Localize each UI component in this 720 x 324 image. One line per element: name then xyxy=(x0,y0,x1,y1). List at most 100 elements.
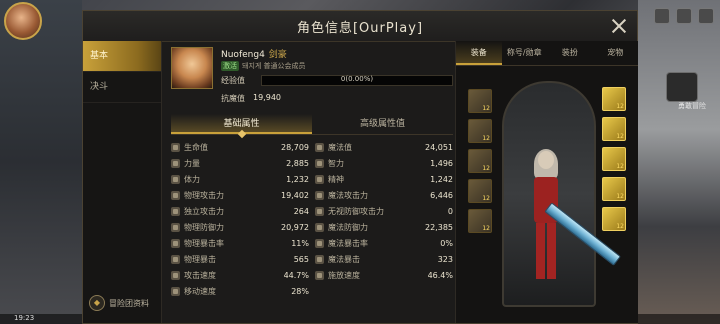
tab-equipment[interactable]: 装备 xyxy=(456,41,502,65)
stat-value: 1,242 xyxy=(430,174,453,184)
stat-name: 智力 xyxy=(328,158,344,168)
tab-advanced-attributes[interactable]: 高级属性值 xyxy=(312,114,453,134)
slot-level: 12 xyxy=(616,193,624,200)
stat-value: 6,446 xyxy=(430,190,453,200)
stat-icon xyxy=(315,238,324,248)
stat-row: 无视防御攻击力 0 xyxy=(315,203,453,219)
stat-name: 无视防御攻击力 xyxy=(328,206,384,216)
stat-value: 2,885 xyxy=(286,158,309,168)
stat-value: 44.7% xyxy=(283,270,309,280)
nav-item-duel[interactable]: 决斗 xyxy=(83,72,161,103)
stat-name: 独立攻击力 xyxy=(184,206,224,216)
stat-name: 攻击速度 xyxy=(184,270,216,280)
player-avatar[interactable] xyxy=(4,2,42,40)
equipment-slot-left[interactable]: 12 xyxy=(468,209,492,233)
clock: 19:23 xyxy=(14,314,35,322)
stat-name: 力量 xyxy=(184,158,200,168)
stat-row: 魔法暴击率 0% xyxy=(315,235,453,251)
stat-value: 46.4% xyxy=(427,270,453,280)
character-name-line: Nuofeng4 剑豪 xyxy=(221,47,287,60)
stat-row: 智力 1,496 xyxy=(315,155,453,171)
equipment-slot-left[interactable]: 12 xyxy=(468,179,492,203)
stat-row: 独立攻击力 264 xyxy=(171,203,309,219)
stat-value: 1,496 xyxy=(430,158,453,168)
stat-value: 323 xyxy=(437,254,453,264)
equipment-slot-right[interactable]: 12 xyxy=(602,117,626,141)
close-icon[interactable] xyxy=(609,16,629,36)
character-portrait xyxy=(171,47,213,89)
equipment-slot-left[interactable]: 12 xyxy=(468,119,492,143)
stat-icon xyxy=(171,174,180,184)
resist-label: 抗魔值 xyxy=(221,94,245,103)
title-bar: 角色信息[OurPlay] xyxy=(83,11,637,42)
equipment-tabs: 装备 称号/勋章 装扮 宠物 xyxy=(456,41,638,66)
character-name: Nuofeng4 xyxy=(221,50,265,60)
tab-pet[interactable]: 宠物 xyxy=(593,41,639,65)
top-icons xyxy=(654,8,714,24)
emblem-icon: ◆ xyxy=(89,295,105,311)
stat-name: 魔法防御力 xyxy=(328,222,368,232)
tab-costume[interactable]: 装扮 xyxy=(547,41,593,65)
equipment-slot-right[interactable]: 12 xyxy=(602,177,626,201)
stat-icon xyxy=(315,270,324,280)
stat-row: 体力 1,232 xyxy=(171,171,309,187)
adventure-button[interactable] xyxy=(666,72,698,102)
stat-value: 0% xyxy=(440,238,453,248)
stat-value: 20,972 xyxy=(281,222,309,232)
stat-row: 施放速度 46.4% xyxy=(315,267,453,283)
stat-name: 魔法暴击率 xyxy=(328,238,368,248)
stat-name: 施放速度 xyxy=(328,270,360,280)
equipment-slot-right[interactable]: 12 xyxy=(602,87,626,111)
stat-row: 攻击速度 44.7% xyxy=(171,267,309,283)
stat-value: 28,709 xyxy=(281,142,309,152)
xp-bar: 0(0.00%) xyxy=(261,75,453,86)
stat-icon xyxy=(171,158,180,168)
equipment-slot-left[interactable]: 12 xyxy=(468,149,492,173)
stat-icon xyxy=(315,222,324,232)
stat-name: 精神 xyxy=(328,174,344,184)
stat-icon xyxy=(315,142,324,152)
stat-name: 体力 xyxy=(184,174,200,184)
adventure-group-label: 冒险团资料 xyxy=(109,298,149,308)
stat-value: 28% xyxy=(291,286,309,296)
stat-value: 565 xyxy=(293,254,309,264)
stat-icon xyxy=(315,254,324,264)
character-info-dialog: 角色信息[OurPlay] 基本 决斗 ◆ 冒险团资料 Nuofeng4 剑豪 激… xyxy=(82,10,638,324)
slot-level: 12 xyxy=(616,163,624,170)
stat-row: 魔法值 24,051 xyxy=(315,139,453,155)
adventure-group-link[interactable]: ◆ 冒险团资料 xyxy=(89,295,149,311)
tab-basic-attributes[interactable]: 基础属性 xyxy=(171,114,312,134)
stat-name: 物理防御力 xyxy=(184,222,224,232)
stat-value: 22,385 xyxy=(425,222,453,232)
equipment-slot-right[interactable]: 12 xyxy=(602,147,626,171)
slot-level: 12 xyxy=(482,105,490,112)
equipment-slot-right[interactable]: 12 xyxy=(602,207,626,231)
stat-name: 魔法值 xyxy=(328,142,352,152)
character-class: 剑豪 xyxy=(268,50,287,60)
equipment-slot-left[interactable]: 12 xyxy=(468,89,492,113)
stat-row: 物理暴击 565 xyxy=(171,251,309,267)
stat-icon xyxy=(171,286,180,296)
tab-title-medal[interactable]: 称号/勋章 xyxy=(502,41,548,65)
stat-row: 魔法暴击 323 xyxy=(315,251,453,267)
stat-value: 0 xyxy=(447,206,453,216)
stat-row: 魔法防御力 22,385 xyxy=(315,219,453,235)
stat-value: 19,402 xyxy=(281,190,309,200)
stat-row: 生命值 28,709 xyxy=(171,139,309,155)
stat-icon xyxy=(171,142,180,152)
slot-level: 12 xyxy=(616,103,624,110)
stat-icon xyxy=(315,158,324,168)
stat-icon xyxy=(315,190,324,200)
equipment-panel: 装备 称号/勋章 装扮 宠物 12 12 12 12 12 12 12 12 12 12 xyxy=(455,41,638,323)
stat-icon xyxy=(315,174,324,184)
nav-item-basic[interactable]: 基本 xyxy=(83,41,161,72)
stat-row: 物理防御力 20,972 xyxy=(171,219,309,235)
stat-value: 11% xyxy=(291,238,309,248)
stat-icon xyxy=(171,190,180,200)
stat-icon xyxy=(171,206,180,216)
slot-level: 12 xyxy=(482,225,490,232)
stat-name: 物理暴击率 xyxy=(184,238,224,248)
stat-icon xyxy=(171,222,180,232)
stat-icon xyxy=(315,206,324,216)
stats-column-right: 魔法值 24,051 智力 1,496 精神 1,242 魔法攻击力 6,446 无视防御攻击力… xyxy=(315,139,453,283)
